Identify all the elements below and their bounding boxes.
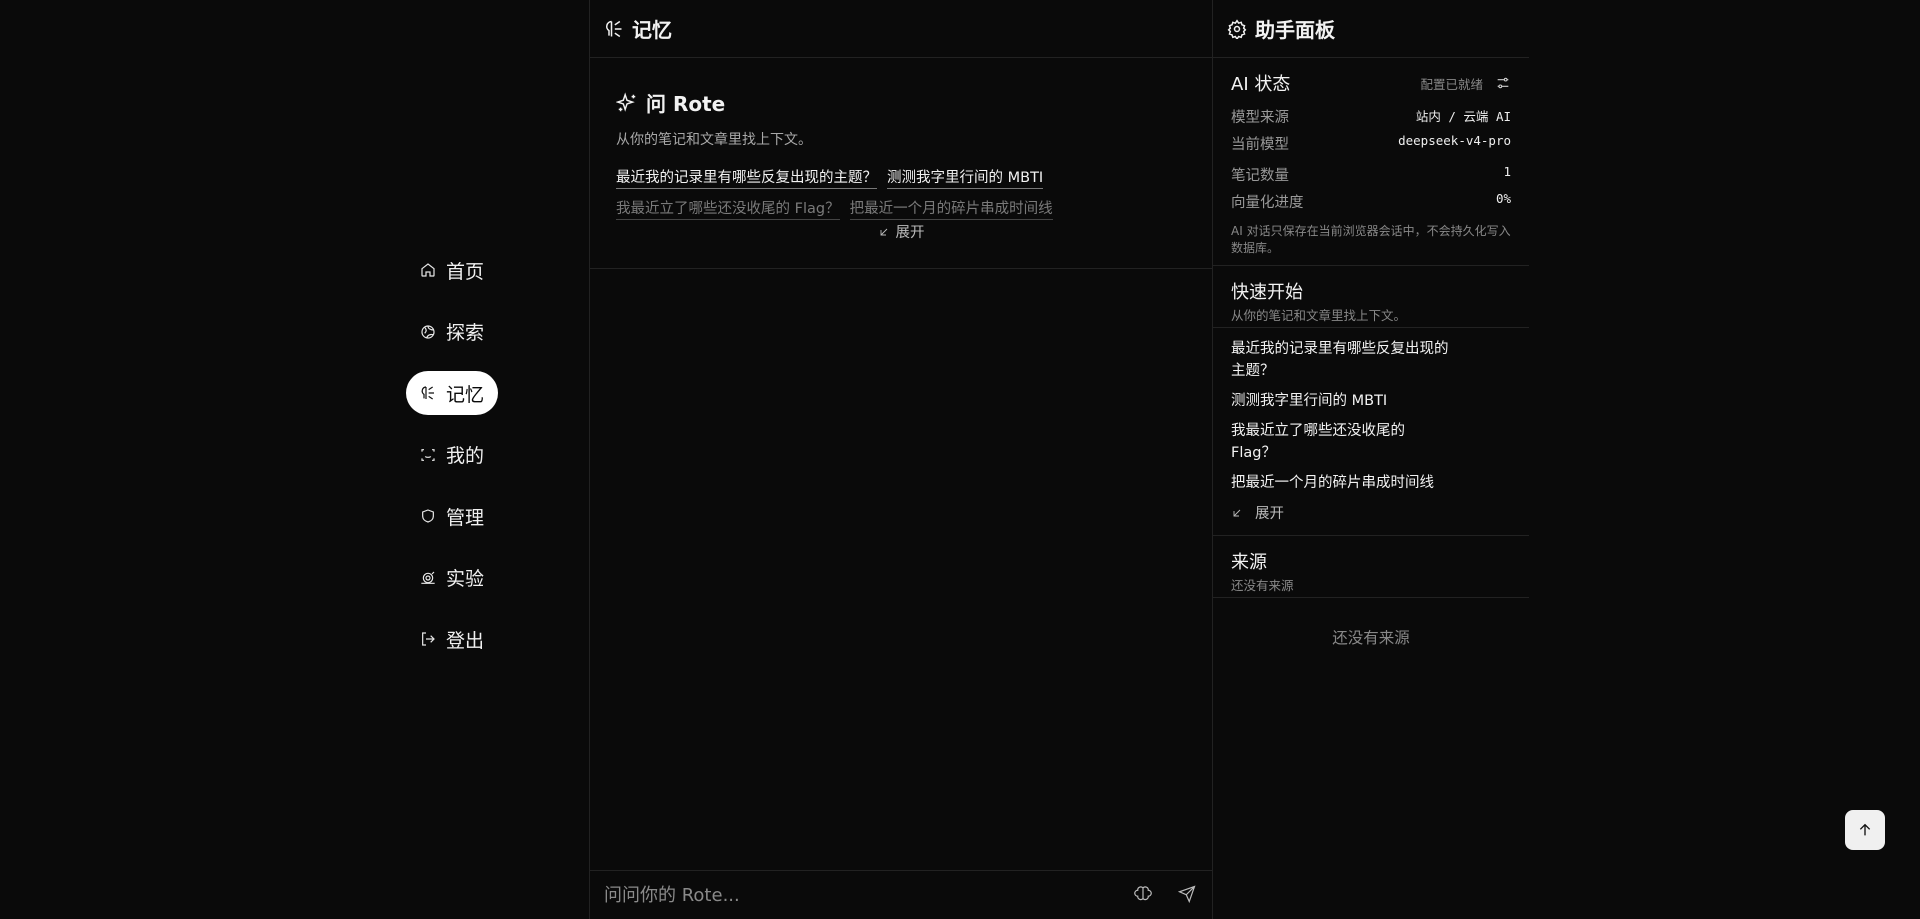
suggestion-link[interactable]: 我最近立了哪些还没收尾的 Flag？ bbox=[616, 197, 840, 220]
home-icon bbox=[420, 262, 436, 278]
status-value: deepseek-v4-pro bbox=[1398, 133, 1511, 148]
send-icon bbox=[1177, 885, 1196, 904]
status-row: 笔记数量 1 bbox=[1231, 164, 1511, 185]
assistant-panel: 助手面板 AI 状态 配置已就绪 模型来源 站内 / 云端 AI 当前模型 de… bbox=[1213, 0, 1529, 919]
ask-rote-header: 问 Rote bbox=[616, 88, 1186, 117]
quick-question[interactable]: 把最近一个月的碎片串成时间线 bbox=[1231, 472, 1461, 494]
status-key: 向量化进度 bbox=[1231, 195, 1304, 211]
main-header: 记忆 bbox=[590, 0, 1212, 58]
quick-question[interactable]: 测测我字里行间的 MBTI bbox=[1231, 390, 1461, 412]
panel-title: 助手面板 bbox=[1255, 18, 1335, 42]
expand-label: 展开 bbox=[895, 225, 925, 241]
status-row: 模型来源 站内 / 云端 AI bbox=[1231, 106, 1511, 127]
brain-icon bbox=[1134, 886, 1152, 901]
status-value: 站内 / 云端 AI bbox=[1415, 109, 1511, 124]
nav-item-explore[interactable]: 探索 bbox=[406, 310, 498, 354]
nav-item-label: 我的 bbox=[446, 445, 485, 467]
sources-subtitle: 还没有来源 bbox=[1231, 578, 1294, 593]
arrow-down-left-icon bbox=[1233, 509, 1241, 516]
gear-icon bbox=[1227, 18, 1247, 39]
memory-icon bbox=[604, 19, 632, 39]
nav-item-memory[interactable]: 记忆 bbox=[406, 371, 498, 415]
arrow-up-icon bbox=[1859, 823, 1871, 836]
status-value: 0% bbox=[1495, 191, 1511, 206]
quick-start-subtitle: 从你的笔记和文章里找上下文。 bbox=[1231, 308, 1407, 323]
main-column: 记忆 问 Rote 从你的笔记和文章里找上下文。 最近我的记录里有哪些反复出现的… bbox=[589, 0, 1213, 919]
quick-start-header: 快速开始 从你的笔记和文章里找上下文。 bbox=[1213, 266, 1529, 328]
sources-header: 来源 还没有来源 bbox=[1213, 536, 1529, 598]
scan-face-icon bbox=[420, 447, 436, 463]
quick-question[interactable]: 最近我的记录里有哪些反复出现的主题？ bbox=[1231, 338, 1461, 382]
suggestion-link[interactable]: 测测我字里行间的 MBTI bbox=[887, 166, 1044, 189]
compass-icon bbox=[420, 324, 436, 340]
arrow-down-left-icon bbox=[880, 228, 887, 235]
panel-header: 助手面板 bbox=[1213, 0, 1529, 58]
memory-icon bbox=[420, 385, 436, 401]
ask-rote-title: 问 Rote bbox=[646, 92, 726, 116]
send-button[interactable] bbox=[1177, 885, 1198, 905]
main-nav: 首页 探索 记忆 我的 管理 实验 登出 bbox=[406, 248, 502, 679]
settings-sliders-icon[interactable] bbox=[1495, 75, 1511, 91]
chat-input-bar bbox=[590, 870, 1212, 919]
snail-icon bbox=[420, 570, 436, 586]
nav-item-logout[interactable]: 登出 bbox=[406, 617, 498, 661]
quick-question[interactable]: 我最近立了哪些还没收尾的 Flag？ bbox=[1231, 420, 1431, 464]
ai-session-note: AI 对话只保存在当前浏览器会话中，不会持久化写入数据库。 bbox=[1231, 224, 1511, 255]
nav-item-label: 首页 bbox=[446, 260, 485, 283]
brain-button[interactable] bbox=[1134, 885, 1154, 905]
expand-label: 展开 bbox=[1255, 506, 1284, 522]
nav-item-home[interactable]: 首页 bbox=[406, 248, 498, 292]
ai-status-title: AI 状态 bbox=[1231, 74, 1291, 95]
nav-item-label: 实验 bbox=[446, 568, 485, 590]
status-row: 当前模型 deepseek-v4-pro bbox=[1231, 133, 1511, 154]
ai-status-section: AI 状态 配置已就绪 模型来源 站内 / 云端 AI 当前模型 deepsee… bbox=[1213, 58, 1529, 266]
shield-icon bbox=[420, 508, 436, 524]
logout-icon bbox=[420, 631, 436, 647]
status-key: 当前模型 bbox=[1231, 137, 1289, 153]
page-title: 记忆 bbox=[632, 18, 672, 42]
nav-item-labs[interactable]: 实验 bbox=[406, 556, 498, 600]
nav-item-admin[interactable]: 管理 bbox=[406, 494, 498, 538]
nav-item-mine[interactable]: 我的 bbox=[406, 433, 498, 477]
sparkles-icon bbox=[616, 91, 636, 112]
suggestion-list: 最近我的记录里有哪些反复出现的主题？ 测测我字里行间的 MBTI 我最近立了哪些… bbox=[616, 166, 1186, 220]
status-row: 向量化进度 0% bbox=[1231, 191, 1511, 212]
status-key: 笔记数量 bbox=[1231, 168, 1289, 184]
nav-item-label: 探索 bbox=[446, 322, 485, 344]
quick-start-list: 最近我的记录里有哪些反复出现的主题？ 测测我字里行间的 MBTI 我最近立了哪些… bbox=[1213, 328, 1529, 536]
nav-item-label: 登出 bbox=[446, 629, 485, 652]
nav-item-label: 记忆 bbox=[446, 383, 485, 406]
sources-empty-state: 还没有来源 bbox=[1332, 629, 1410, 647]
quick-start-title: 快速开始 bbox=[1231, 282, 1303, 303]
suggestion-link[interactable]: 把最近一个月的碎片串成时间线 bbox=[849, 197, 1053, 220]
status-key: 模型来源 bbox=[1231, 110, 1289, 126]
config-status: 配置已就绪 bbox=[1420, 76, 1483, 92]
scroll-to-top-button[interactable] bbox=[1845, 810, 1885, 850]
sources-title: 来源 bbox=[1231, 552, 1267, 573]
ask-rote-subtitle: 从你的笔记和文章里找上下文。 bbox=[616, 132, 812, 148]
expand-suggestions-button[interactable]: 展开 bbox=[590, 221, 1212, 242]
chat-input[interactable] bbox=[604, 884, 1110, 906]
sidebar: 首页 探索 记忆 我的 管理 实验 登出 bbox=[0, 0, 589, 919]
nav-item-label: 管理 bbox=[446, 506, 485, 529]
status-value: 1 bbox=[1503, 164, 1511, 179]
suggestion-link[interactable]: 最近我的记录里有哪些反复出现的主题？ bbox=[616, 166, 877, 189]
quick-start-expand-button[interactable]: 展开 bbox=[1231, 502, 1511, 523]
